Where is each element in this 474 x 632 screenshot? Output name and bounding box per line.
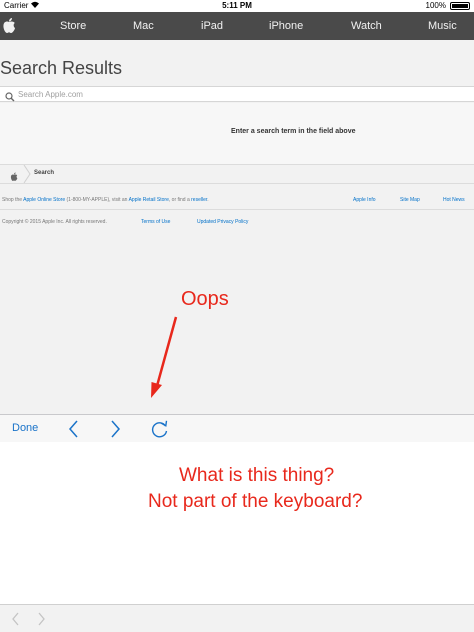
footer-link-site-map[interactable]: Site Map: [400, 197, 420, 203]
footer-divider: [0, 209, 474, 210]
global-nav: Store Mac iPad iPhone Watch Music: [0, 12, 474, 40]
back-chevron-icon: [12, 612, 19, 626]
apple-retail-store-link[interactable]: Apple Retail Store: [129, 197, 169, 203]
copyright-text: Copyright © 2015 Apple Inc. All rights r…: [2, 219, 107, 225]
breadcrumb: Search: [0, 164, 474, 184]
page-title: Search Results: [0, 58, 123, 78]
search-icon: [5, 89, 15, 102]
nav-item-store[interactable]: Store: [60, 12, 86, 40]
forward-chevron-icon: [38, 612, 45, 626]
apple-logo-icon[interactable]: [2, 17, 16, 35]
next-field-button[interactable]: [105, 419, 125, 439]
results-panel: Enter a search term in the field above: [0, 103, 474, 165]
nav-item-watch[interactable]: Watch: [351, 12, 382, 40]
annotation-question-line2: Not part of the keyboard?: [148, 491, 363, 512]
search-page: Search Results Enter a search term in th…: [0, 40, 474, 415]
done-button[interactable]: Done: [12, 422, 38, 434]
footer-shop-line: Shop the Apple Online Store (1-800-MY-AP…: [2, 197, 209, 203]
footer-period: .: [207, 197, 209, 203]
annotation-question-line1: What is this thing?: [179, 465, 335, 486]
nav-item-ipad[interactable]: iPad: [201, 12, 223, 40]
search-box: [0, 86, 474, 102]
reload-button[interactable]: [150, 419, 170, 439]
breadcrumb-label: Search: [34, 170, 55, 176]
footer-or-find-text: , or find a: [168, 197, 192, 203]
forward-button[interactable]: [35, 612, 47, 626]
reseller-link[interactable]: reseller: [191, 197, 207, 203]
privacy-policy-link[interactable]: Updated Privacy Policy: [197, 219, 248, 225]
breadcrumb-chevron-icon: [22, 164, 32, 184]
terms-of-use-link[interactable]: Terms of Use: [141, 219, 170, 225]
footer-shop-prefix: Shop the: [2, 197, 24, 203]
reload-icon: [151, 420, 168, 438]
breadcrumb-apple-icon[interactable]: [10, 169, 18, 181]
previous-field-button[interactable]: [64, 419, 84, 439]
nav-item-mac[interactable]: Mac: [133, 12, 154, 40]
chevron-left-icon: [69, 420, 78, 438]
footer-link-hot-news[interactable]: Hot News: [443, 197, 465, 203]
nav-item-iphone[interactable]: iPhone: [269, 12, 303, 40]
apple-online-store-link[interactable]: Apple Online Store: [23, 197, 65, 203]
empty-results-message: Enter a search term in the field above: [231, 128, 356, 135]
browser-bottom-toolbar: [0, 604, 474, 632]
input-accessory-toolbar: Done: [0, 414, 474, 442]
back-button[interactable]: [10, 612, 22, 626]
nav-item-music[interactable]: Music: [428, 12, 457, 40]
status-time: 5:11 PM: [222, 1, 252, 10]
search-input[interactable]: [18, 88, 458, 100]
chevron-right-icon: [111, 420, 120, 438]
status-bar: Carrier 5:11 PM 100%: [0, 0, 474, 12]
footer-phone-text: (1-800-MY-APPLE), visit an: [65, 197, 129, 203]
battery-icon: [450, 2, 470, 10]
battery-percentage: 100%: [425, 1, 446, 10]
footer-link-apple-info[interactable]: Apple Info: [353, 197, 376, 203]
annotation-oops: Oops: [181, 288, 229, 310]
